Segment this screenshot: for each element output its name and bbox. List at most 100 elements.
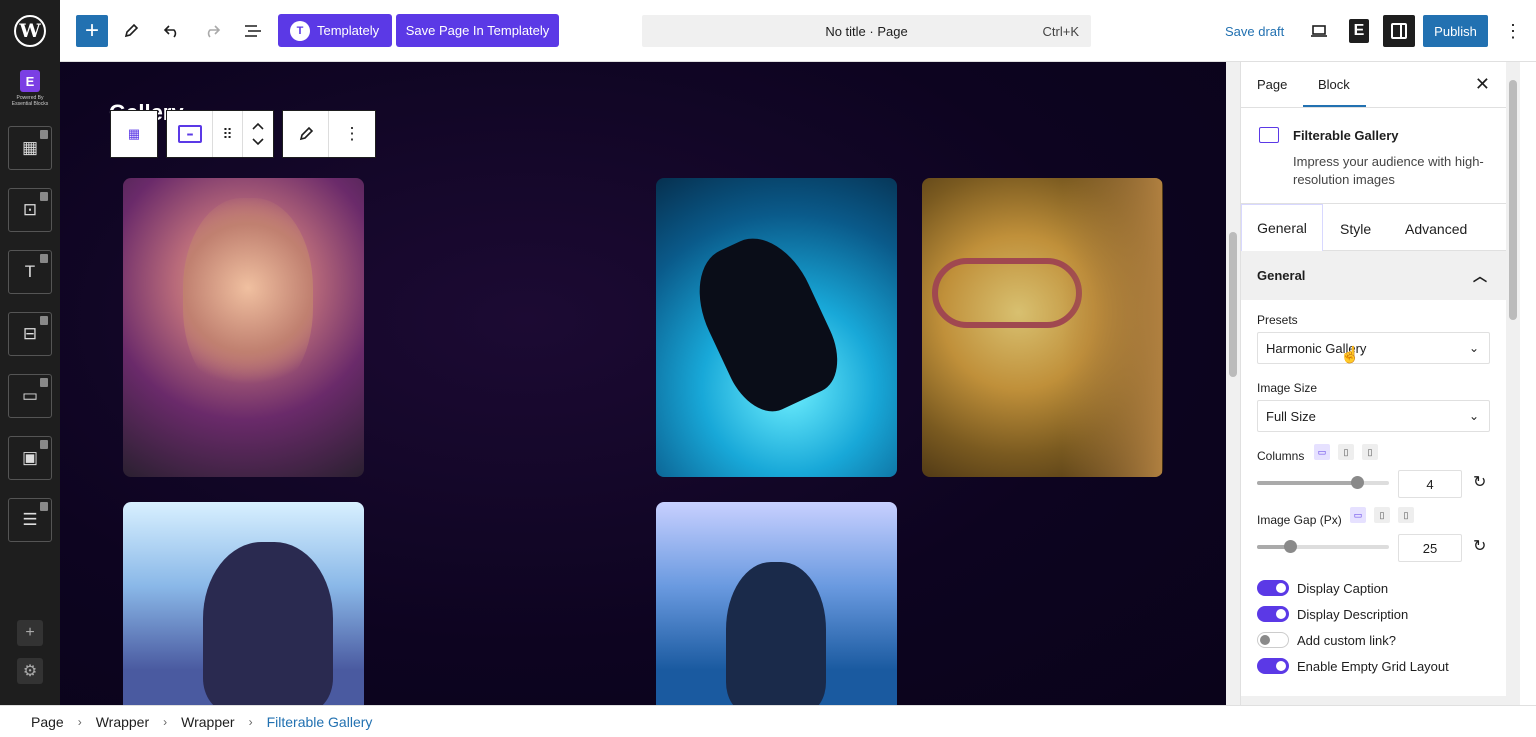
list-block-shortcut[interactable]: ☰ — [8, 498, 52, 542]
display-caption-toggle[interactable]: Display Caption — [1257, 580, 1388, 596]
text-block-shortcut[interactable]: T — [8, 250, 52, 294]
columns-reset-button[interactable]: ↻ — [1473, 472, 1486, 492]
cursor-icon: ☝ — [1340, 347, 1360, 364]
close-sidebar-button[interactable]: ✕ — [1475, 74, 1490, 95]
drag-handle[interactable]: ⠿ — [213, 111, 243, 157]
tab-style[interactable]: Style — [1340, 221, 1371, 237]
edit-gallery-button[interactable] — [283, 111, 329, 157]
add-block-button[interactable]: + — [76, 15, 108, 47]
tablet-icon[interactable]: ▯ — [1374, 507, 1390, 523]
tablet-icon[interactable]: ▯ — [1338, 444, 1354, 460]
diver-silhouette — [680, 222, 852, 424]
sidebar-scrollbar-thumb[interactable] — [1509, 80, 1517, 320]
edit-tools-button[interactable] — [118, 18, 144, 44]
display-caption-label: Display Caption — [1297, 580, 1389, 596]
chevron-down-icon: ⌄ — [1468, 409, 1479, 423]
gallery-image-holi-face[interactable] — [922, 178, 1163, 477]
undo-button[interactable] — [159, 18, 185, 44]
pro-badge-icon — [40, 502, 48, 511]
image-gap-slider-handle[interactable] — [1284, 540, 1297, 553]
settings-sidebar: Page Block ✕ Filterable Gallery Impress … — [1240, 62, 1506, 705]
form-block-shortcut[interactable]: ⊟ — [8, 312, 52, 356]
tab-general[interactable]: General — [1241, 204, 1323, 251]
reset-icon: ↻ — [1473, 538, 1487, 555]
canvas-scrollbar-thumb[interactable] — [1229, 232, 1237, 377]
mobile-icon[interactable]: ▯ — [1362, 444, 1378, 460]
redo-button[interactable] — [199, 18, 225, 44]
sidebar-scrollbar[interactable] — [1506, 62, 1520, 705]
command-palette-button[interactable]: No title · Page Ctrl+K — [642, 15, 1091, 47]
toggle-switch[interactable] — [1257, 580, 1289, 596]
image-gap-reset-button[interactable]: ↻ — [1473, 536, 1486, 556]
canvas-scrollbar[interactable] — [1226, 62, 1240, 705]
block-breadcrumb: Page › Wrapper › Wrapper › Filterable Ga… — [0, 705, 1536, 737]
gallery-image-diver-silhouette[interactable] — [656, 178, 897, 477]
sidebar-tabs: Page Block ✕ — [1241, 62, 1506, 108]
image-size-select[interactable]: Full Size ⌄ — [1257, 400, 1490, 432]
gallery-image-diver-underwater[interactable] — [656, 502, 897, 705]
essential-blocks-button[interactable]: E — [1344, 15, 1374, 47]
editor-canvas[interactable]: Gallery ▦ ▪▪▪ ⠿ ⋮ — [60, 62, 1226, 705]
gallery-image-woman-portrait[interactable] — [123, 178, 364, 477]
publish-button[interactable]: Publish — [1423, 15, 1488, 47]
empty-grid-label: Enable Empty Grid Layout — [1297, 658, 1449, 674]
tab-advanced[interactable]: Advanced — [1405, 221, 1467, 237]
tab-block[interactable]: Block — [1318, 77, 1350, 92]
active-tab-indicator — [1303, 105, 1366, 107]
empty-grid-toggle[interactable]: Enable Empty Grid Layout — [1257, 658, 1449, 674]
close-icon: ✕ — [1474, 74, 1490, 94]
add-shortcut-button[interactable]: + — [17, 620, 43, 646]
tab-page[interactable]: Page — [1257, 77, 1287, 92]
save-in-templately-button[interactable]: Save Page In Templately — [396, 14, 559, 47]
general-panel-toggle[interactable]: General ︿ — [1241, 251, 1506, 300]
essential-blocks-logo-icon: E — [20, 70, 40, 92]
breadcrumb-item-wrapper-inner[interactable]: Wrapper — [181, 714, 234, 730]
chevron-right-icon: › — [77, 714, 82, 729]
image-gap-slider[interactable] — [1257, 540, 1389, 553]
display-description-toggle[interactable]: Display Description — [1257, 606, 1408, 622]
toggle-switch[interactable] — [1257, 658, 1289, 674]
move-block-buttons[interactable] — [243, 111, 273, 157]
chevron-right-icon: › — [248, 714, 253, 729]
select-parent-button[interactable]: ▦ — [111, 111, 157, 157]
mobile-icon[interactable]: ▯ — [1398, 507, 1414, 523]
laptop-icon — [1311, 25, 1327, 37]
breadcrumb-item-page[interactable]: Page — [31, 714, 64, 730]
frame-block-shortcut[interactable]: ⊡ — [8, 188, 52, 232]
typography-icon: T — [24, 262, 36, 281]
plus-icon: + — [25, 624, 35, 641]
block-type-button[interactable]: ▪▪▪ — [167, 111, 213, 157]
toggle-switch[interactable] — [1257, 606, 1289, 622]
image-block-shortcut[interactable]: ▣ — [8, 436, 52, 480]
presets-select[interactable]: Harmonic Gallery ⌄ ☝ — [1257, 332, 1490, 364]
desktop-icon[interactable]: ▭ — [1314, 444, 1330, 460]
columns-slider-handle[interactable] — [1351, 476, 1365, 489]
pro-badge-icon — [40, 254, 48, 263]
save-draft-button[interactable]: Save draft — [1225, 24, 1284, 39]
settings-sidebar-toggle[interactable] — [1383, 15, 1415, 47]
columns-slider[interactable] — [1257, 476, 1389, 489]
desktop-icon[interactable]: ▭ — [1350, 507, 1366, 523]
columns-input[interactable]: 4 — [1398, 470, 1462, 498]
pro-badge-icon — [40, 192, 48, 201]
preview-button[interactable] — [1306, 18, 1332, 44]
wordpress-logo-button[interactable]: W — [0, 0, 60, 62]
button-block-shortcut[interactable]: ▭ — [8, 374, 52, 418]
gallery-image-scuba-diver[interactable] — [123, 502, 364, 705]
drag-icon: ⠿ — [222, 125, 233, 142]
toggle-switch[interactable] — [1257, 632, 1289, 648]
document-overview-button[interactable] — [240, 18, 266, 44]
breadcrumb-item-current: Filterable Gallery — [266, 713, 373, 730]
gallery-block-shortcut[interactable]: ▦ — [8, 126, 52, 170]
image-gap-input[interactable]: 25 — [1398, 534, 1462, 562]
more-vertical-icon: ⋮ — [1504, 20, 1522, 41]
pencil-icon — [124, 23, 139, 38]
options-button[interactable]: ⋮ — [1500, 18, 1526, 44]
breadcrumb-item-wrapper[interactable]: Wrapper — [96, 714, 149, 730]
settings-shortcut-button[interactable]: ⚙ — [17, 658, 43, 684]
pro-badge-icon — [40, 378, 48, 387]
templately-label: Templately — [317, 23, 380, 38]
add-custom-link-toggle[interactable]: Add custom link? — [1257, 632, 1396, 648]
block-options-button[interactable]: ⋮ — [329, 111, 375, 157]
templately-button[interactable]: T Templately — [278, 14, 392, 47]
